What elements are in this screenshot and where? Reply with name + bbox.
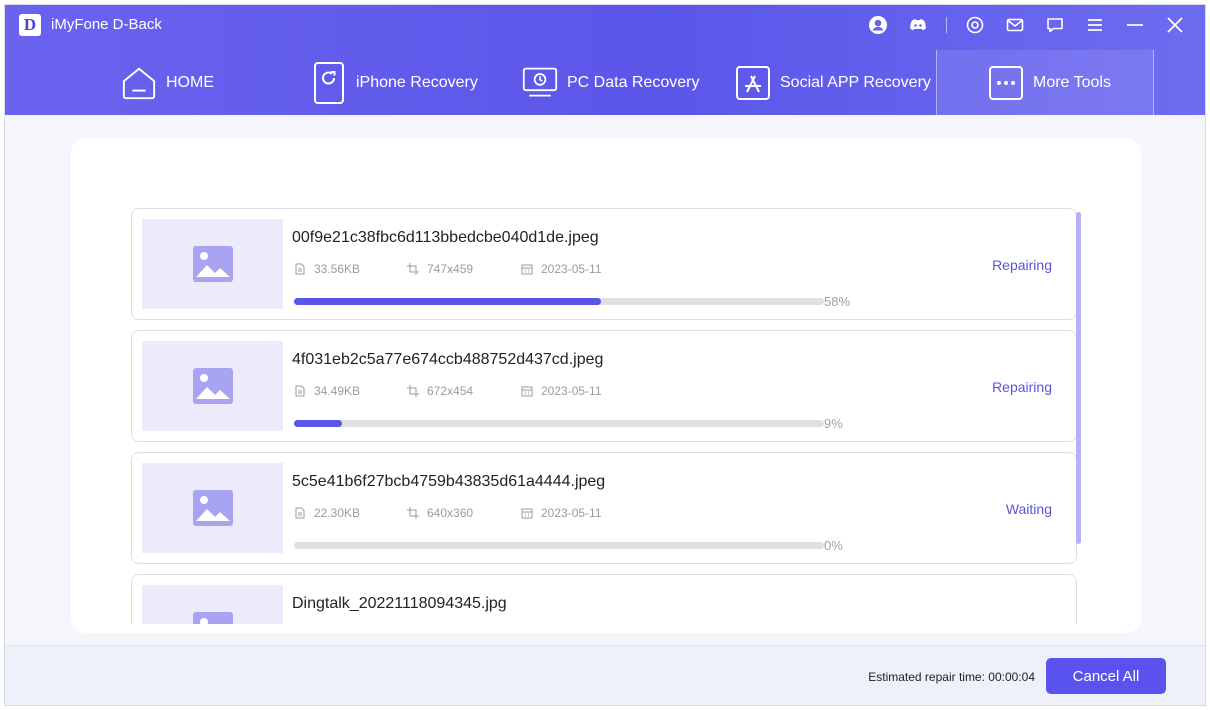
list-item: 4f031eb2c5a77e674ccb488752d437cd.jpeg 34…: [131, 330, 1077, 442]
calendar-icon: [521, 264, 533, 275]
tab-pc-data-recovery-label: PC Data Recovery: [567, 73, 700, 91]
app-window: D iMyFone D-Back HOME iPhone Recovery PC…: [4, 4, 1206, 706]
image-placeholder-icon: [192, 368, 233, 404]
status-label: Waiting: [1005, 501, 1052, 517]
cancel-all-button[interactable]: Cancel All: [1046, 658, 1166, 694]
file-date: 2023-05-11: [521, 384, 602, 398]
close-icon[interactable]: [1163, 13, 1187, 37]
image-placeholder-icon: [192, 246, 233, 282]
app-store-icon: [735, 64, 771, 102]
file-dimensions-value: 672x454: [427, 384, 474, 398]
tab-iphone-recovery-label: iPhone Recovery: [356, 73, 478, 91]
status-label: Repairing: [992, 257, 1052, 273]
calendar-icon: [521, 386, 533, 397]
progress-percent: 0%: [824, 538, 843, 553]
tab-home-label: HOME: [166, 73, 214, 91]
list-item: 5c5e41b6f27bcb4759b43835d61a4444.jpeg 22…: [131, 452, 1077, 564]
repair-list-card: 00f9e21c38fbc6d113bbedcbe040d1de.jpeg 33…: [71, 138, 1141, 633]
crop-icon: [407, 385, 419, 397]
tab-iphone-recovery[interactable]: iPhone Recovery: [311, 50, 478, 115]
file-dimensions-value: 747x459: [427, 262, 474, 276]
file-date-value: 2023-05-11: [541, 384, 602, 398]
file-date: 2023-05-11: [521, 262, 602, 276]
file-date-value: 2023-05-11: [541, 506, 602, 520]
file-size: 22.30KB: [294, 506, 360, 520]
image-thumbnail: [142, 219, 283, 309]
tab-pc-data-recovery[interactable]: PC Data Recovery: [522, 50, 700, 115]
iphone-icon: [311, 61, 347, 104]
title-bar-icons: [850, 13, 1187, 37]
file-date-value: 2023-05-11: [541, 262, 602, 276]
discord-icon[interactable]: [906, 13, 930, 37]
nav-bar: HOME iPhone Recovery PC Data Recovery So…: [5, 50, 1205, 115]
list-item: Dingtalk_20221118094345.jpg: [131, 574, 1077, 624]
mail-icon[interactable]: [1003, 13, 1027, 37]
file-icon: [295, 507, 305, 519]
progress-bar: [294, 298, 824, 305]
feedback-icon[interactable]: [1043, 13, 1067, 37]
header: D iMyFone D-Back HOME iPhone Recovery PC…: [5, 5, 1205, 115]
progress-fill: [294, 298, 602, 305]
list-scrollbar[interactable]: [1076, 212, 1081, 544]
file-dimensions-value: 640x360: [427, 506, 474, 520]
tab-more-tools-label: More Tools: [1033, 73, 1111, 91]
file-dimensions: 640x360: [407, 506, 473, 520]
file-size: 34.49KB: [294, 384, 360, 398]
tab-home[interactable]: HOME: [121, 50, 214, 115]
progress-fill: [294, 420, 342, 427]
file-icon: [295, 263, 305, 275]
title-bar: D iMyFone D-Back: [5, 5, 1205, 45]
footer: Estimated repair time: 00:00:04 Cancel A…: [5, 645, 1205, 705]
settings-icon[interactable]: [963, 13, 987, 37]
list-item: 00f9e21c38fbc6d113bbedcbe040d1de.jpeg 33…: [131, 208, 1077, 320]
file-dimensions: 747x459: [407, 262, 473, 276]
file-name: Dingtalk_20221118094345.jpg: [292, 595, 507, 612]
title-bar-divider: [946, 17, 947, 33]
image-placeholder-icon: [192, 490, 233, 526]
progress-percent: 58%: [824, 294, 851, 309]
file-size-value: 34.49KB: [314, 384, 361, 398]
file-size-value: 33.56KB: [314, 262, 361, 276]
tab-social-app-recovery[interactable]: Social APP Recovery: [735, 50, 931, 115]
file-list[interactable]: 00f9e21c38fbc6d113bbedcbe040d1de.jpeg 33…: [131, 208, 1083, 624]
home-icon: [121, 64, 157, 102]
file-name: 4f031eb2c5a77e674ccb488752d437cd.jpeg: [292, 351, 604, 368]
crop-icon: [407, 263, 419, 275]
tab-more-tools[interactable]: More Tools: [936, 50, 1154, 115]
file-icon: [295, 385, 305, 397]
menu-icon[interactable]: [1083, 13, 1107, 37]
image-thumbnail: [142, 585, 283, 624]
progress-bar: [294, 542, 824, 549]
estimated-repair-time: Estimated repair time: 00:00:04: [868, 670, 1035, 684]
minimize-icon[interactable]: [1123, 13, 1147, 37]
image-thumbnail: [142, 463, 283, 553]
more-icon: [988, 64, 1024, 102]
image-thumbnail: [142, 341, 283, 431]
app-title: iMyFone D-Back: [51, 16, 162, 33]
app-logo: D: [19, 14, 41, 36]
tab-social-app-recovery-label: Social APP Recovery: [780, 73, 931, 91]
file-name: 00f9e21c38fbc6d113bbedcbe040d1de.jpeg: [292, 229, 599, 246]
progress-percent: 9%: [824, 416, 843, 431]
status-label: Repairing: [992, 379, 1052, 395]
file-dimensions: 672x454: [407, 384, 473, 398]
file-date: 2023-05-11: [521, 506, 602, 520]
calendar-icon: [521, 508, 533, 519]
file-size: 33.56KB: [294, 262, 360, 276]
progress-bar: [294, 420, 824, 427]
account-icon[interactable]: [866, 13, 890, 37]
file-size-value: 22.30KB: [314, 506, 361, 520]
pc-icon: [522, 64, 558, 102]
crop-icon: [407, 507, 419, 519]
file-name: 5c5e41b6f27bcb4759b43835d61a4444.jpeg: [292, 473, 606, 490]
image-placeholder-icon: [192, 612, 233, 624]
